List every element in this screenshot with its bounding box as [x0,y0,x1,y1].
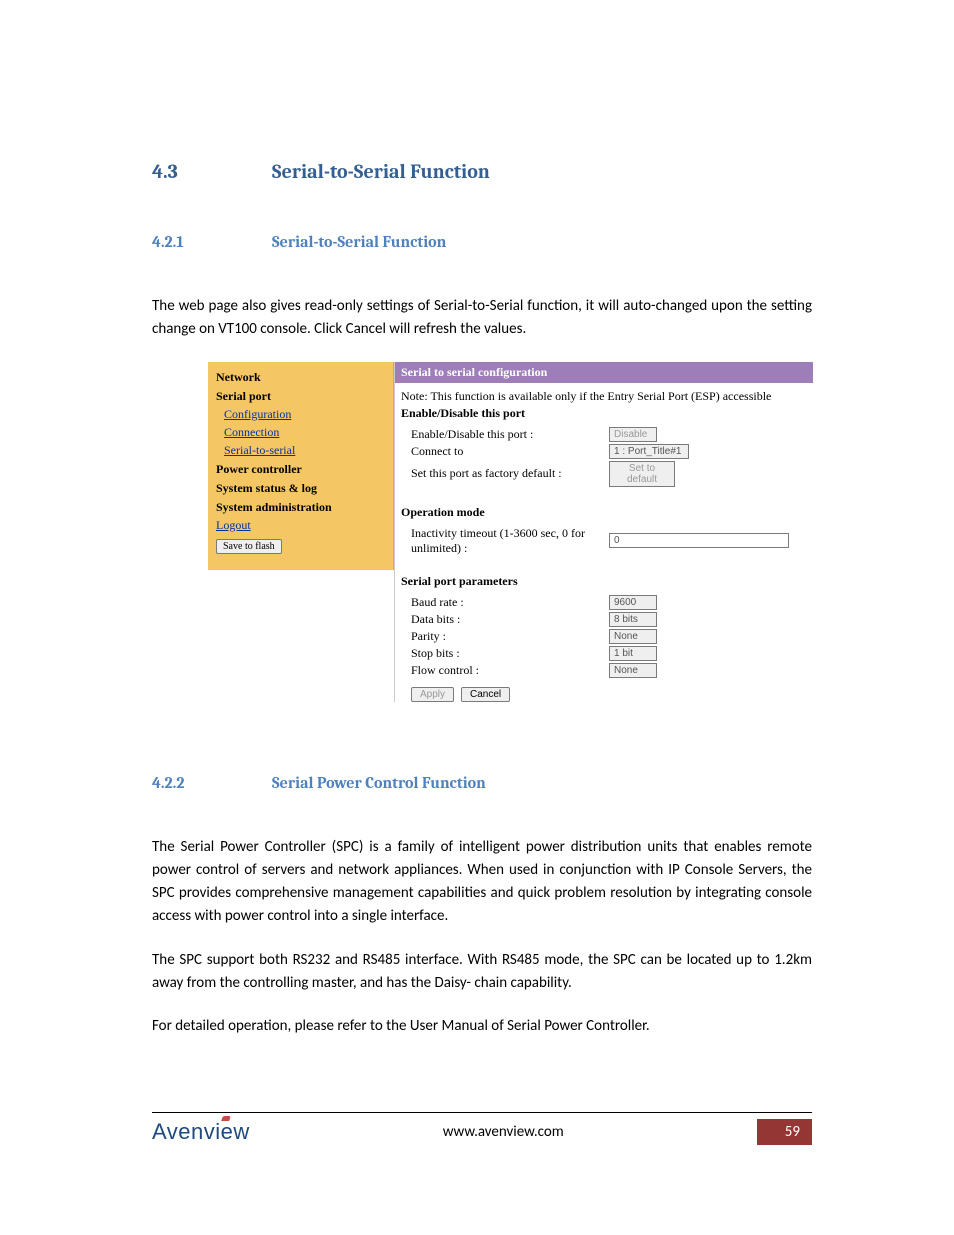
heading-title: Serial-to-Serial Function [272,233,446,251]
config-panel: Serial to serial configuration Note: Thi… [394,362,813,702]
flow-label: Flow control : [411,663,609,678]
sidebar-sys-admin: System administration [216,500,385,515]
parity-select[interactable]: None [609,629,657,644]
heading-number: 4.2.1 [152,233,272,251]
brand-logo: Avenview [152,1119,250,1145]
stopbits-select[interactable]: 1 bit [609,646,657,661]
page-footer: Avenview www.avenview.com 59 [152,1112,812,1145]
sidebar-serial-port: Serial port [216,389,385,404]
baud-label: Baud rate : [411,595,609,610]
connect-to-label: Connect to [411,444,609,459]
sidebar-power-controller: Power controller [216,462,385,477]
databits-label: Data bits : [411,612,609,627]
sidebar-link-logout[interactable]: Logout [216,518,385,533]
factory-default-label: Set this port as factory default : [411,466,609,481]
inactivity-input[interactable]: 0 [609,533,789,548]
heading-title: Serial Power Control Function [272,774,486,792]
stopbits-label: Stop bits : [411,646,609,661]
parity-label: Parity : [411,629,609,644]
heading-4-2-1: 4.2.1Serial-to-Serial Function [152,233,812,251]
paragraph-422a: The Serial Power Controller (SPC) is a f… [152,836,812,929]
sidebar-link-serial-to-serial[interactable]: Serial-to-serial [224,443,385,458]
baud-select[interactable]: 9600 [609,595,657,610]
page-number: 59 [757,1119,812,1145]
flow-select[interactable]: None [609,663,657,678]
paragraph-422c: For detailed operation, please refer to … [152,1015,812,1038]
note-text: Note: This function is available only if… [401,389,813,404]
save-to-flash-button[interactable]: Save to flash [216,539,282,554]
sidebar: Network Serial port Configuration Connec… [208,362,394,570]
sidebar-link-configuration[interactable]: Configuration [224,407,385,422]
sidebar-network: Network [216,370,385,385]
heading-4-3: 4.3Serial-to-Serial Function [152,160,812,183]
paragraph-422b: The SPC support both RS232 and RS485 int… [152,949,812,996]
heading-number: 4.3 [152,160,272,183]
heading-4-2-2: 4.2.2Serial Power Control Function [152,774,812,792]
serial-port-params-title: Serial port parameters [401,574,813,589]
sidebar-link-connection[interactable]: Connection [224,425,385,440]
enable-label: Enable/Disable this port : [411,427,609,442]
operation-mode-title: Operation mode [401,505,813,520]
sidebar-status-log: System status & log [216,481,385,496]
paragraph-421: The web page also gives read-only settin… [152,295,812,342]
heading-number: 4.2.2 [152,774,272,792]
footer-url: www.avenview.com [443,1123,564,1141]
inactivity-label: Inactivity timeout (1-3600 sec, 0 for un… [411,526,609,556]
apply-button[interactable]: Apply [411,687,454,702]
screenshot-figure: Network Serial port Configuration Connec… [208,362,812,714]
heading-title: Serial-to-Serial Function [272,160,490,183]
enable-select[interactable]: Disable [609,427,657,442]
connect-to-select[interactable]: 1 : Port_Title#1 [609,444,689,459]
databits-select[interactable]: 8 bits [609,612,657,627]
cancel-button[interactable]: Cancel [461,687,510,702]
set-to-default-button[interactable]: Set to default [609,461,675,487]
panel-titlebar: Serial to serial configuration [395,362,813,383]
enable-section-title: Enable/Disable this port [401,406,813,421]
